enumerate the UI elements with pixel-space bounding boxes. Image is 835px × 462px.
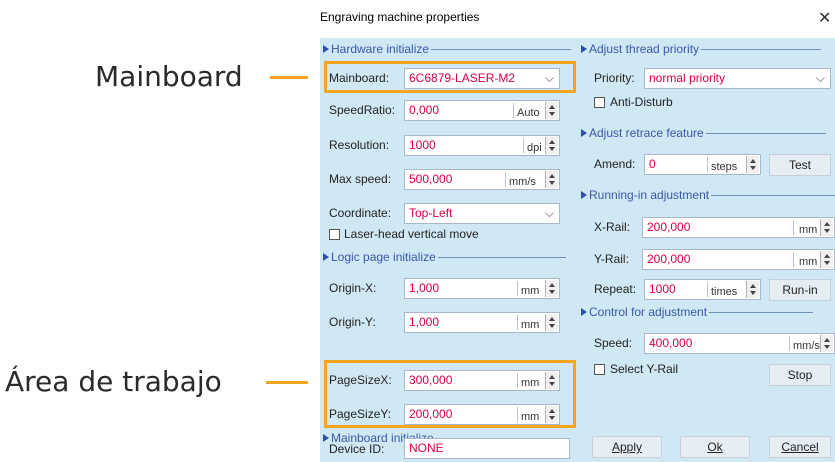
close-icon[interactable]: ✕ xyxy=(818,8,831,28)
section-triangle-icon xyxy=(581,45,587,53)
mainboard-highlight xyxy=(324,61,576,93)
section-triangle-icon xyxy=(581,308,587,316)
originx-label: Origin-X: xyxy=(329,281,377,295)
maxspeed-spinner[interactable] xyxy=(545,171,558,188)
xrail-label: X-Rail: xyxy=(594,220,631,234)
speedratio-spinner[interactable] xyxy=(545,102,558,119)
yrail-unit: mm xyxy=(799,256,818,268)
xrail-input[interactable]: 200,000 mm xyxy=(642,217,835,238)
work-area-highlight xyxy=(324,360,576,428)
chevron-down-icon: ⌵ xyxy=(815,71,825,85)
section-triangle-icon xyxy=(323,253,329,261)
yrail-label: Y-Rail: xyxy=(594,252,629,266)
repeat-input[interactable]: 1000 times xyxy=(644,279,761,300)
select-yrail-label: Select Y-Rail xyxy=(610,362,679,376)
section-triangle-icon xyxy=(323,45,329,53)
annotation-work-area: Área de trabajo xyxy=(5,365,222,398)
resolution-unit: dpi xyxy=(527,142,542,154)
ok-button[interactable]: Ok xyxy=(680,436,750,458)
originy-label: Origin-Y: xyxy=(329,315,376,329)
resolution-label: Resolution: xyxy=(329,138,390,152)
speedratio-label: SpeedRatio: xyxy=(329,103,396,117)
repeat-unit: times xyxy=(711,286,738,298)
priority-select[interactable]: normal priority ⌵ xyxy=(644,68,831,89)
originy-spinner[interactable] xyxy=(545,314,558,331)
priority-label: Priority: xyxy=(594,71,635,85)
repeat-spinner[interactable] xyxy=(746,281,759,298)
resolution-input[interactable]: 1000 dpi xyxy=(404,135,560,156)
section-triangle-icon xyxy=(581,129,587,137)
dialog-title: Engraving machine properties xyxy=(320,10,480,24)
section-retrace: Adjust retrace feature xyxy=(581,126,826,140)
resolution-spinner[interactable] xyxy=(545,137,558,154)
originx-spinner[interactable] xyxy=(545,280,558,297)
speedratio-unit: Auto xyxy=(517,107,540,119)
test-button[interactable]: Test xyxy=(769,154,831,176)
run-in-button[interactable]: Run-in xyxy=(769,279,831,301)
yrail-spinner[interactable] xyxy=(820,251,833,268)
select-yrail-checkbox[interactable] xyxy=(594,364,605,375)
originx-input[interactable]: 1,000 mm xyxy=(404,278,560,299)
vertical-move-checkbox[interactable] xyxy=(329,229,340,240)
anti-disturb-checkbox[interactable] xyxy=(594,97,605,108)
coordinate-label: Coordinate: xyxy=(329,206,392,220)
originx-unit: mm xyxy=(521,285,540,297)
originy-input[interactable]: 1,000 mm xyxy=(404,312,560,333)
chevron-down-icon: ⌵ xyxy=(544,206,554,220)
maxspeed-unit: mm/s xyxy=(509,176,536,188)
xrail-unit: mm xyxy=(799,224,818,236)
amend-label: Amend: xyxy=(594,157,636,171)
xrail-spinner[interactable] xyxy=(820,219,833,236)
coordinate-select[interactable]: Top-Left ⌵ xyxy=(404,203,560,224)
amend-unit: steps xyxy=(711,161,738,173)
yrail-input[interactable]: 200,000 mm xyxy=(642,249,835,270)
section-hardware: Hardware initialize xyxy=(323,42,572,56)
speedratio-input[interactable]: 0,000 Auto xyxy=(404,100,560,121)
anti-disturb-label: Anti-Disturb xyxy=(610,95,673,109)
section-running-in: Running-in adjustment xyxy=(581,188,835,202)
section-logic-page: Logic page initialize xyxy=(323,250,566,264)
vertical-move-label: Laser-head vertical move xyxy=(344,227,479,241)
cancel-button[interactable]: Cancel xyxy=(769,436,831,458)
speed-label: Speed: xyxy=(594,336,633,350)
maxspeed-label: Max speed: xyxy=(329,172,392,186)
repeat-label: Repeat: xyxy=(594,282,637,296)
maxspeed-input[interactable]: 500,000 mm/s xyxy=(404,169,560,190)
section-control-adjustment: Control for adjustment xyxy=(581,305,814,319)
stop-button[interactable]: Stop xyxy=(769,364,831,386)
section-triangle-icon xyxy=(581,191,587,199)
annotation-mainboard: Mainboard xyxy=(95,60,243,93)
apply-button[interactable]: Apply xyxy=(592,436,662,458)
amend-input[interactable]: 0 steps xyxy=(644,154,761,175)
section-thread-priority: Adjust thread priority xyxy=(581,42,822,56)
speed-spinner[interactable] xyxy=(820,335,833,352)
speed-input[interactable]: 400,000 mm/s xyxy=(644,333,835,354)
speed-unit: mm/s xyxy=(793,340,820,352)
originy-unit: mm xyxy=(521,319,540,331)
device-id-input[interactable]: NONE xyxy=(404,438,570,459)
section-triangle-icon xyxy=(323,434,329,442)
amend-spinner[interactable] xyxy=(746,156,759,173)
device-id-label: Device ID: xyxy=(329,442,385,456)
